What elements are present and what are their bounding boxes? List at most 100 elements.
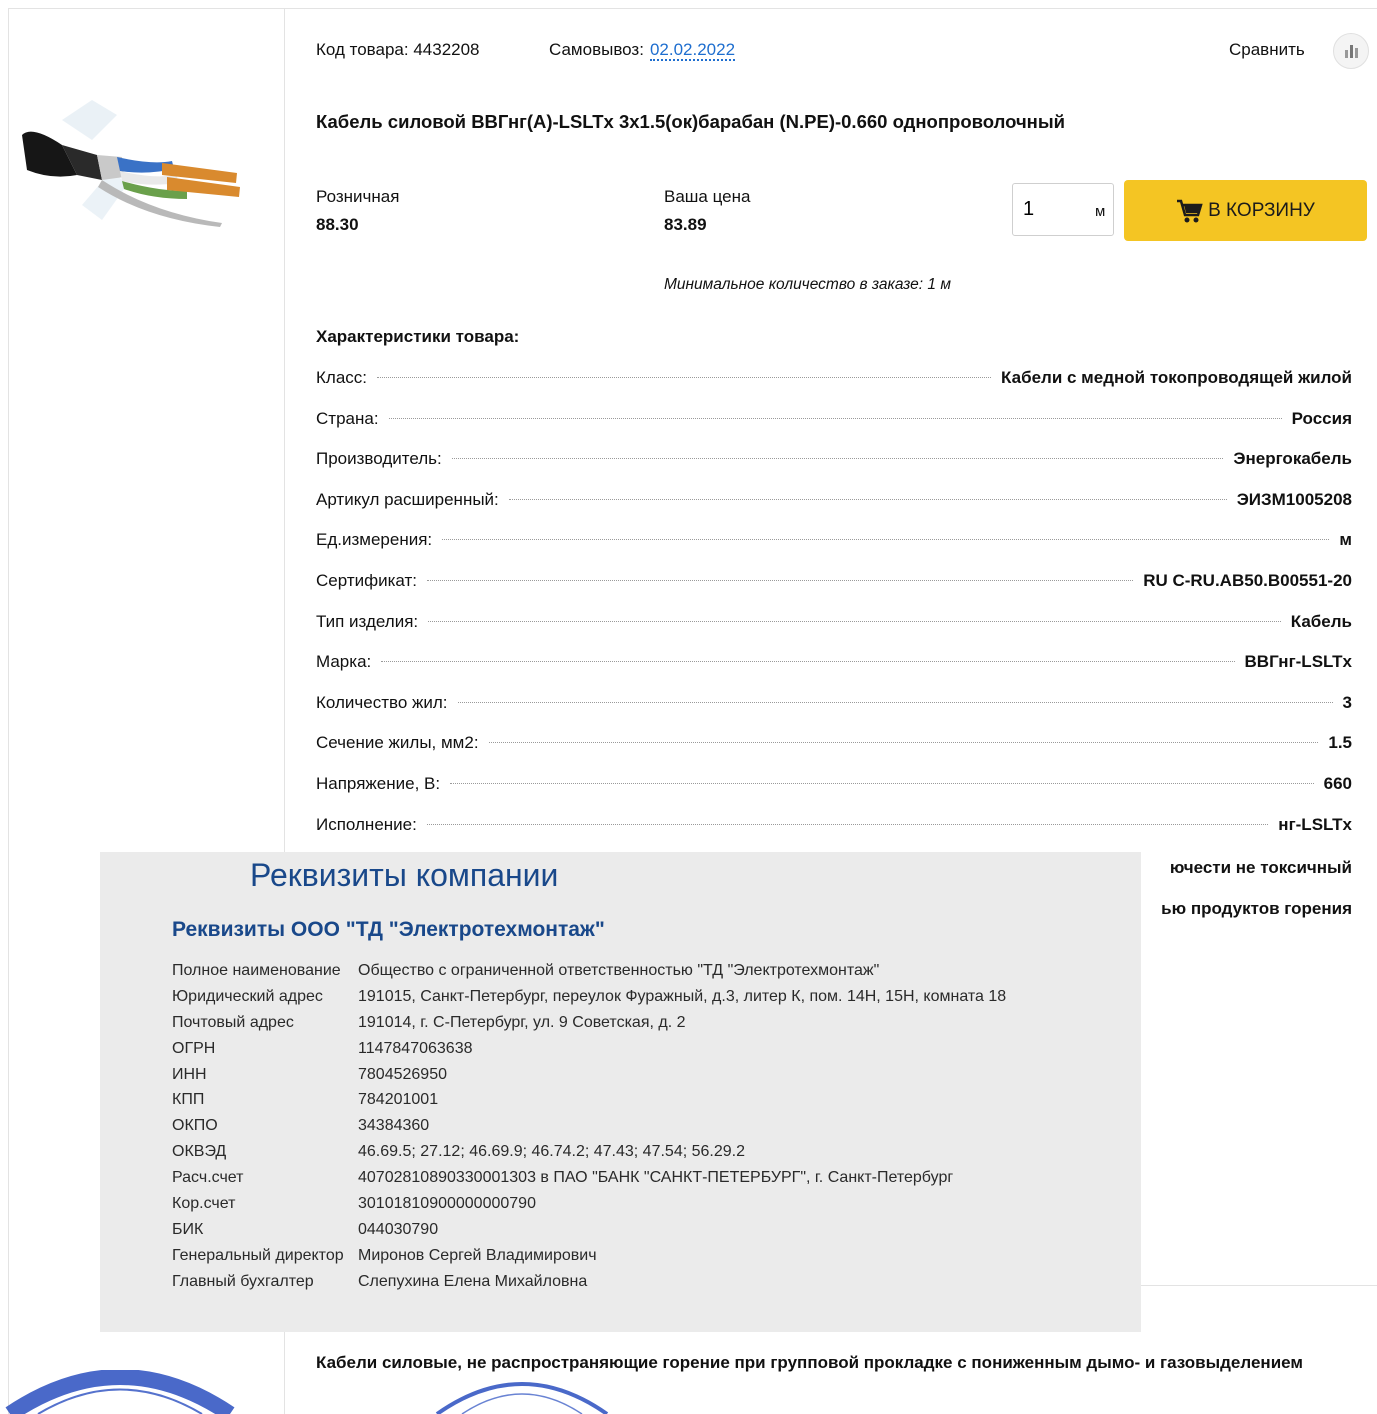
product-code: Код товара: 4432208 <box>316 40 480 59</box>
requisites-table: Полное наименование Общество с ограниченн… <box>172 962 1006 1299</box>
requisites-row: ОКВЭД 46.69.5; 27.12; 46.69.9; 46.74.2; 4… <box>172 1143 1006 1169</box>
spec-leader <box>426 579 1134 581</box>
compare-link[interactable]: Сравнить <box>1229 40 1305 60</box>
requisites-value: Слепухина Елена Михайловна <box>358 1272 588 1290</box>
spec-leader <box>451 458 1224 460</box>
requisites-row: Полное наименование Общество с ограниченн… <box>172 962 1006 988</box>
spec-value: 3 <box>1342 692 1352 712</box>
spec-leader <box>428 620 1281 622</box>
requisites-row: ОКПО 34384360 <box>172 1117 1006 1143</box>
spec-key: Марка: <box>316 652 372 672</box>
spec-value: 1.5 <box>1328 733 1352 753</box>
spec-row: Сечение жилы, мм2: 1.5 <box>316 733 1352 774</box>
spec-value: Кабели с медной токопроводящей жилой <box>1001 368 1352 387</box>
company-requisites-overlay: Реквизиты компании Реквизиты ООО "ТД "Эл… <box>100 852 1141 1332</box>
requisites-key: ИНН <box>172 1065 207 1083</box>
requisites-row: Юридический адрес 191015, Санкт-Петербург… <box>172 988 1006 1014</box>
spec-key: Тип изделия: <box>316 611 419 631</box>
requisites-key: КПП <box>172 1091 205 1109</box>
requisites-row: Расч.счет 40702810890330001303 в ПАО "БАН… <box>172 1169 1006 1195</box>
spec-leader <box>426 823 1269 825</box>
requisites-title: Реквизиты компании <box>250 857 559 893</box>
requisites-value: 1147847063638 <box>358 1039 473 1057</box>
requisites-row: Генеральный директор Миронов Сергей Влади… <box>172 1247 1006 1273</box>
spec-value: Кабель <box>1290 611 1352 631</box>
spec-leader <box>450 782 1314 784</box>
frame-top-border <box>8 8 1377 9</box>
spec-value: Россия <box>1291 408 1352 428</box>
requisites-key: Юридический адрес <box>172 987 323 1005</box>
spec-value-partial: ью продуктов горения <box>1161 899 1352 918</box>
requisites-value: 191014, г. С-Петербург, ул. 9 Советская,… <box>358 1013 686 1031</box>
spec-key: Класс: <box>316 368 367 387</box>
spec-value: м <box>1339 530 1352 550</box>
requisites-value: 044030790 <box>358 1220 439 1238</box>
requisites-key: Расч.счет <box>172 1169 244 1187</box>
spec-row: Артикул расширенный: ЭИЗМ1005208 <box>316 490 1352 531</box>
spec-value: 660 <box>1323 773 1352 793</box>
spec-value: нг-LSLTx <box>1278 814 1352 834</box>
spec-key: Сечение жилы, мм2: <box>316 733 479 753</box>
spec-row: Производитель: Энергокабель <box>316 449 1352 490</box>
spec-key: Артикул расширенный: <box>316 489 499 509</box>
spec-leader <box>508 498 1227 500</box>
spec-value: Энергокабель <box>1233 449 1352 469</box>
spec-key: Исполнение: <box>316 814 417 834</box>
frame-left-border <box>8 8 9 1414</box>
requisites-value: Миронов Сергей Владимирович <box>358 1246 597 1264</box>
product-image[interactable] <box>22 95 252 230</box>
spec-leader <box>388 417 1282 419</box>
requisites-key: Кор.счет <box>172 1195 236 1213</box>
requisites-value: 46.69.5; 27.12; 46.69.9; 46.74.2; 47.43;… <box>358 1143 745 1161</box>
add-to-cart-button[interactable]: В КОРЗИНУ <box>1124 180 1367 241</box>
spec-row: Количество жил: 3 <box>316 693 1352 734</box>
requisites-value: 34384360 <box>358 1117 430 1135</box>
specs-list: Класс: Кабели с медной токопроводящей жил… <box>316 368 1352 855</box>
spec-row: Марка: ВВГнг-LSLTx <box>316 652 1352 693</box>
requisites-key: ОКВЭД <box>172 1143 227 1161</box>
requisites-value: 191015, Санкт-Петербург, переулок Фуражн… <box>358 987 1007 1005</box>
requisites-row: Кор.счет 30101810900000000790 <box>172 1195 1006 1221</box>
requisites-value: 784201001 <box>358 1091 439 1109</box>
shopping-cart-icon <box>1177 199 1203 222</box>
requisites-key: БИК <box>172 1220 204 1238</box>
requisites-key: ОГРН <box>172 1039 216 1057</box>
spec-key: Количество жил: <box>316 692 448 712</box>
requisites-key: Почтовый адрес <box>172 1013 294 1031</box>
spec-leader <box>488 742 1319 744</box>
requisites-value: 40702810890330001303 в ПАО "БАНК "САНКТ-… <box>358 1169 954 1187</box>
spec-row: Напряжение, В: 660 <box>316 774 1352 815</box>
spec-value-partial: ючести не токсичный <box>1169 858 1352 877</box>
section-divider <box>1140 1285 1377 1286</box>
spec-key: Страна: <box>316 408 379 428</box>
spec-key: Сертификат: <box>316 570 417 590</box>
spec-key: Напряжение, В: <box>316 773 441 793</box>
requisites-key: Генеральный директор <box>172 1246 344 1264</box>
pickup-label: Самовывоз: <box>549 40 644 59</box>
compare-chart-icon[interactable] <box>1333 33 1369 69</box>
requisites-value: 30101810900000000790 <box>358 1195 536 1213</box>
spec-leader <box>381 661 1235 663</box>
your-price-label: Ваша цена <box>664 187 751 206</box>
requisites-row: Главный бухгалтер Слепухина Елена Михайло… <box>172 1273 1006 1299</box>
spec-value: ВВГнг-LSLTx <box>1244 652 1352 672</box>
add-to-cart-label: В КОРЗИНУ <box>1208 199 1315 221</box>
company-stamp-graphic <box>435 1382 609 1414</box>
requisites-value: 7804526950 <box>358 1065 447 1083</box>
spec-value: RU C-RU.AB50.B00551-20 <box>1143 570 1352 590</box>
pickup-date-link[interactable]: 02.02.2022 <box>649 40 736 61</box>
requisites-row: Почтовый адрес 191014, г. С-Петербург, ул… <box>172 1014 1006 1040</box>
requisites-row: КПП 784201001 <box>172 1091 1006 1117</box>
spec-leader <box>442 539 1330 541</box>
requisites-value: Общество с ограниченной ответственностью… <box>358 962 880 979</box>
spec-leader <box>377 377 992 378</box>
spec-row: Исполнение: нг-LSLTx <box>316 815 1352 856</box>
product-title: Кабель силовой ВВГнг(А)-LSLTx 3x1.5(ок)б… <box>316 111 1066 132</box>
spec-row: Ед.измерения: м <box>316 530 1352 571</box>
your-price-value: 83.89 <box>664 215 707 234</box>
pickup-info: Самовывоз: 02.02.2022 <box>549 40 736 61</box>
requisites-row: ИНН 7804526950 <box>172 1066 1006 1092</box>
spec-key: Ед.измерения: <box>316 530 433 550</box>
spec-row: Класс: Кабели с медной токопроводящей жил… <box>316 368 1352 409</box>
spec-row: Сертификат: RU C-RU.AB50.B00551-20 <box>316 571 1352 612</box>
